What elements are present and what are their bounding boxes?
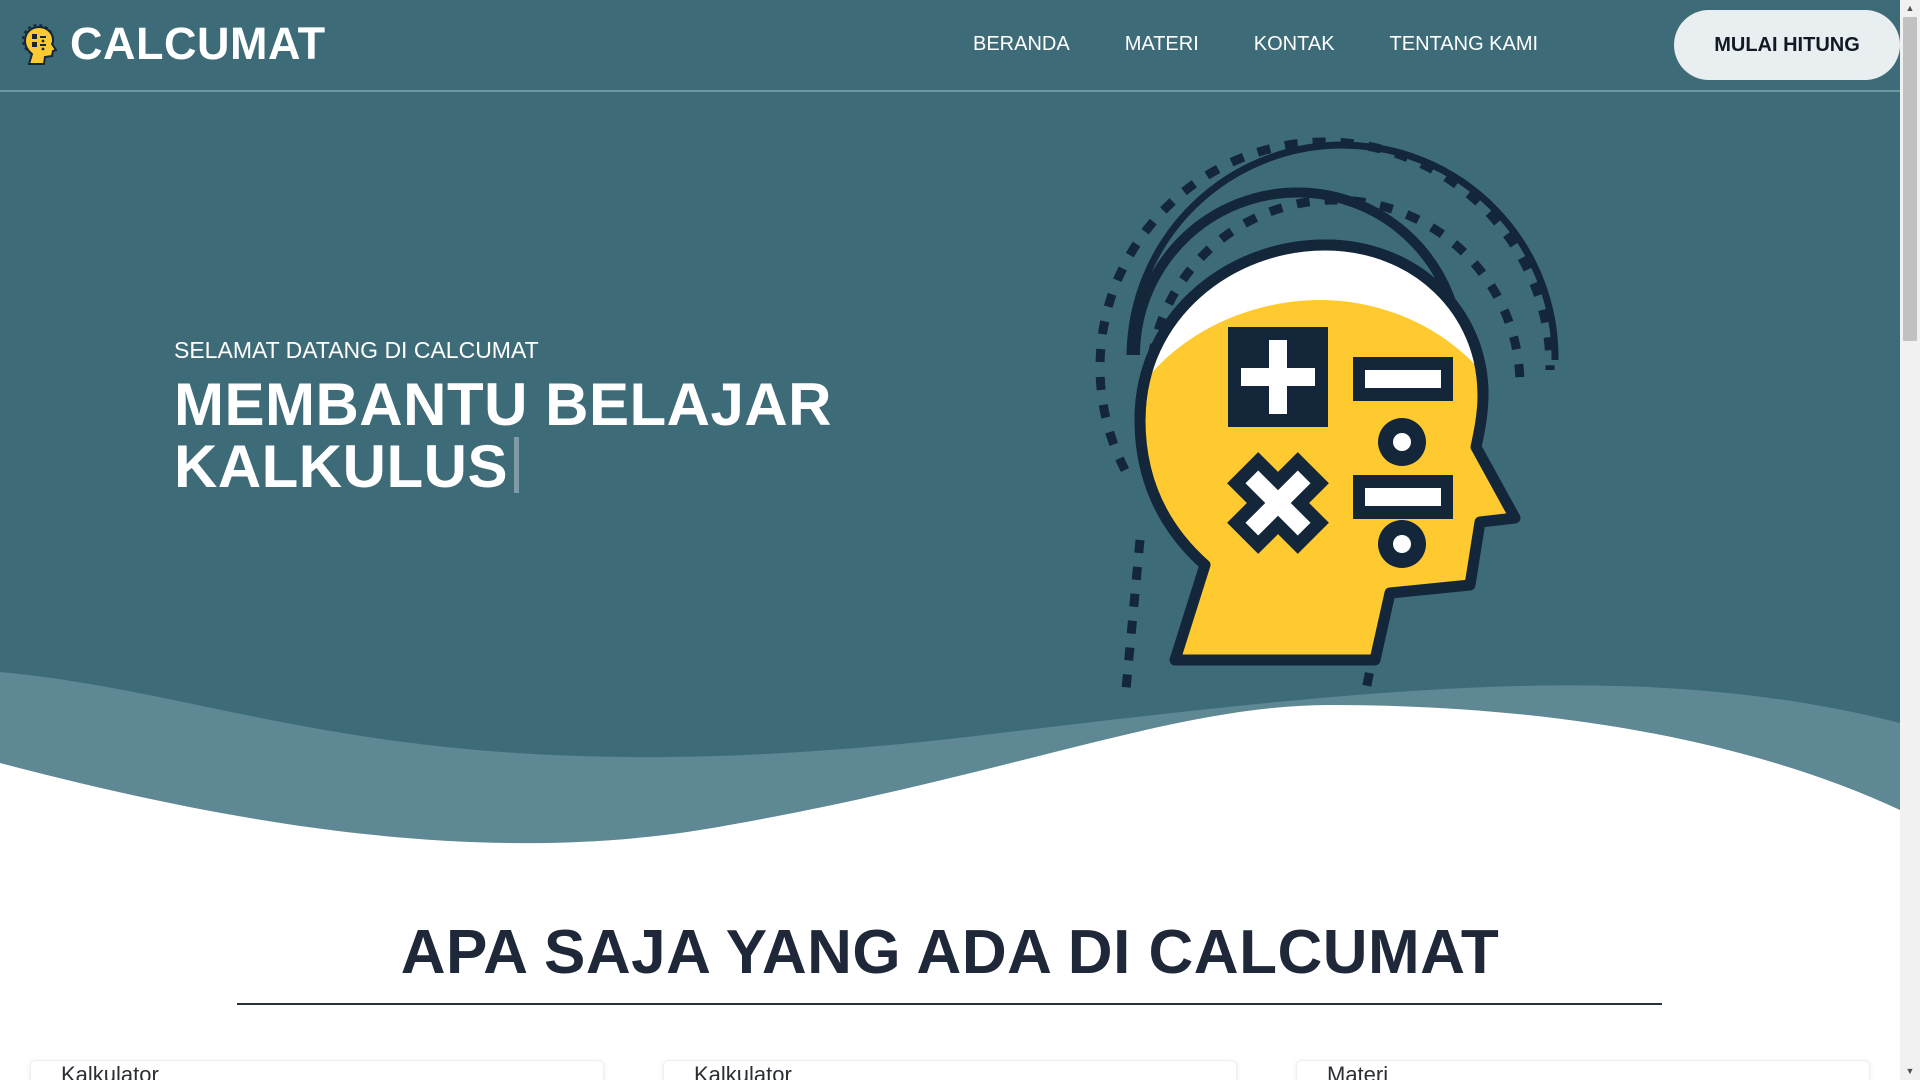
feature-card-title: Materi: [1327, 1062, 1389, 1080]
start-calculating-button[interactable]: MULAI HITUNG: [1674, 10, 1900, 80]
feature-card-title: Kalkulator: [61, 1062, 159, 1080]
hero-title-line-1: MEMBANTU BELAJAR: [174, 371, 832, 438]
hero-eyebrow: SELAMAT DATANG DI CALCUMAT: [174, 337, 539, 363]
triangle-down-icon[interactable]: ▼: [1900, 1063, 1920, 1080]
hero-section: SELAMAT DATANG DI CALCUMAT MEMBANTU BELA…: [0, 0, 1900, 860]
head-calculator-icon: [22, 24, 58, 65]
nav-link-beranda[interactable]: BERANDA: [973, 33, 1070, 56]
section-divider: [237, 1003, 1662, 1005]
nav-link-tentang-kami[interactable]: TENTANG KAMI: [1390, 33, 1539, 56]
hero-title: MEMBANTU BELAJAR KALKULUS: [174, 374, 934, 498]
feature-card-calculator[interactable]: Kalkulator: [30, 1060, 604, 1080]
vertical-scrollbar[interactable]: ▲ ▼: [1900, 0, 1920, 1080]
scrollbar-thumb[interactable]: [1903, 17, 1917, 341]
page: SELAMAT DATANG DI CALCUMAT MEMBANTU BELA…: [0, 0, 1900, 1080]
hero-title-line-2: KALKULUS: [174, 433, 508, 500]
feature-card-title: Kalkulator: [694, 1062, 792, 1080]
features-section-title: APA SAJA YANG ADA DI CALCUMAT: [400, 918, 1500, 987]
nav-link-materi[interactable]: MATERI: [1125, 33, 1199, 56]
hero-wave-divider: [0, 672, 1900, 860]
triangle-up-icon[interactable]: ▲: [1900, 0, 1920, 17]
main-nav: BERANDA MATERI KONTAK TENTANG KAMI: [973, 33, 1593, 56]
head-math-symbols-icon: [1095, 137, 1559, 701]
top-navbar: CALCUMAT BERANDA MATERI KONTAK TENTANG K…: [0, 0, 1900, 92]
typing-cursor: [513, 437, 519, 493]
feature-card-material[interactable]: Materi: [1296, 1060, 1870, 1080]
brand-name: CALCUMAT: [70, 18, 326, 69]
nav-link-kontak[interactable]: KONTAK: [1254, 33, 1335, 56]
brand[interactable]: CALCUMAT: [22, 18, 326, 70]
feature-card-calculator-2[interactable]: Kalkulator: [663, 1060, 1237, 1080]
